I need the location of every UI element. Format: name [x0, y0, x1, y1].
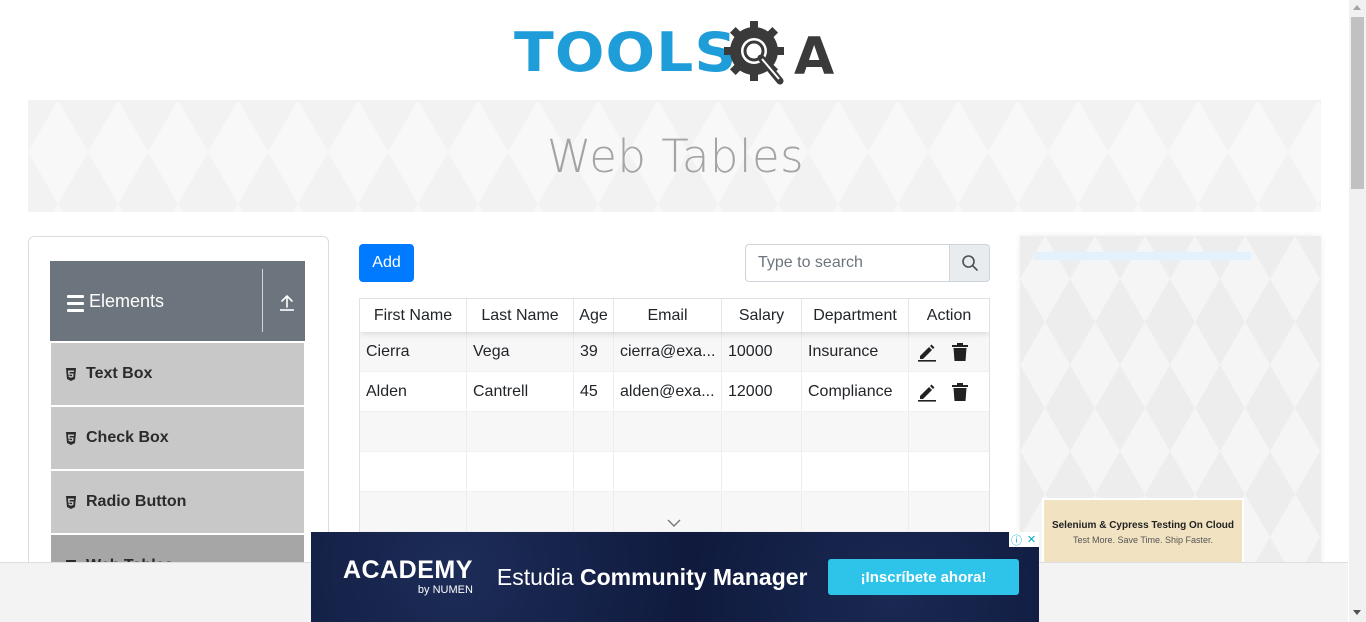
- scrollbar-thumb[interactable]: [1351, 17, 1364, 189]
- cell-empty: [614, 412, 722, 451]
- table-row-empty: [360, 452, 989, 492]
- column-header-salary[interactable]: Salary: [722, 299, 802, 332]
- cell-empty: [909, 452, 989, 491]
- cell-actions: [909, 332, 989, 371]
- hamburger-icon: [67, 294, 84, 312]
- column-header-age[interactable]: Age: [574, 299, 614, 332]
- logo-text-a: A: [794, 27, 835, 87]
- html5-icon: [66, 367, 76, 381]
- sidebar-item-label: Text Box: [86, 365, 153, 382]
- ad-bar: [1034, 252, 1251, 260]
- ad-headline-bold: Community Manager: [580, 563, 808, 590]
- html5-icon: [66, 431, 76, 445]
- page-banner: Web Tables: [28, 100, 1321, 212]
- sidebar-item-label: Radio Button: [86, 493, 187, 510]
- sidebar-item-check-box[interactable]: Check Box: [51, 407, 304, 469]
- delete-icon[interactable]: [951, 342, 969, 362]
- cell-empty: [909, 492, 989, 531]
- logo-text-tools: TOOLS: [514, 21, 738, 84]
- edit-icon[interactable]: [917, 382, 937, 402]
- ad-close-icon[interactable]: ✕: [1024, 532, 1039, 547]
- page-scrollbar[interactable]: [1349, 0, 1366, 622]
- ad-headline: Estudia Community Manager: [497, 564, 808, 591]
- cell-last-name: Vega: [467, 332, 574, 371]
- ad-brand-sub: by NUMEN: [417, 584, 473, 596]
- ad-promo-title: Selenium & Cypress Testing On Cloud: [1051, 520, 1235, 531]
- cell-email: cierra@exa...: [614, 332, 722, 371]
- column-header-department[interactable]: Department: [802, 299, 909, 332]
- upload-icon[interactable]: [278, 294, 296, 312]
- cell-first-name: Cierra: [360, 332, 467, 371]
- column-header-email[interactable]: Email: [614, 299, 722, 332]
- cell-email: alden@exa...: [614, 372, 722, 411]
- cell-empty: [574, 412, 614, 451]
- delete-icon[interactable]: [951, 382, 969, 402]
- ad-brand-name: ACADEMY: [343, 556, 473, 584]
- search-input[interactable]: [745, 244, 949, 282]
- sidebar-item-label: Check Box: [86, 429, 169, 446]
- cell-empty: [467, 452, 574, 491]
- ad-cta-button[interactable]: ¡Inscríbete ahora!: [828, 559, 1019, 595]
- ad-brand-logo: ACADEMY by NUMEN: [343, 556, 473, 597]
- column-header-action[interactable]: Action: [909, 299, 989, 332]
- scroll-up-icon[interactable]: [1353, 5, 1361, 10]
- group-divider: [262, 269, 263, 332]
- sidebar-group-title: Elements: [89, 290, 165, 311]
- column-header-first-name[interactable]: First Name: [360, 299, 467, 332]
- cell-empty: [802, 452, 909, 491]
- cell-age: 45: [574, 372, 614, 411]
- ad-promo-card[interactable]: Selenium & Cypress Testing On Cloud Test…: [1042, 498, 1244, 568]
- sidebar-item-text-box[interactable]: Text Box: [51, 343, 304, 405]
- cell-actions: [909, 372, 989, 411]
- ad-promo-subtitle: Test More. Save Time. Ship Faster.: [1072, 535, 1214, 545]
- cell-salary: 12000: [722, 372, 802, 411]
- cell-empty: [360, 412, 467, 451]
- table-header: First Name Last Name Age Email Salary De…: [360, 299, 989, 332]
- page-title: Web Tables: [546, 129, 805, 183]
- cell-salary: 10000: [722, 332, 802, 371]
- cell-empty: [722, 492, 802, 531]
- edit-icon[interactable]: [917, 342, 937, 362]
- scroll-down-icon[interactable]: [1353, 610, 1361, 615]
- search-icon: [961, 255, 978, 271]
- gear-magnifier-icon: [724, 21, 784, 85]
- cell-department: Insurance: [802, 332, 909, 371]
- search-box: [745, 244, 990, 282]
- cell-empty: [467, 492, 574, 531]
- cell-empty: [574, 492, 614, 531]
- sidebar: Elements Text Box Check Box Radio Button…: [28, 236, 329, 576]
- cell-last-name: Cantrell: [467, 372, 574, 411]
- ad-controls: ⓘ ✕: [1009, 532, 1039, 547]
- column-header-last-name[interactable]: Last Name: [467, 299, 574, 332]
- cell-empty: [360, 452, 467, 491]
- cell-empty: [360, 492, 467, 531]
- ad-headline-prefix: Estudia: [496, 563, 574, 590]
- add-button[interactable]: Add: [359, 244, 414, 282]
- cell-empty: [909, 412, 989, 451]
- toolsqa-logo[interactable]: TOOLS A: [514, 15, 840, 91]
- web-table: First Name Last Name Age Email Salary De…: [359, 298, 990, 548]
- right-advertisement[interactable]: Selenium & Cypress Testing On Cloud Test…: [1020, 236, 1321, 568]
- cell-empty: [467, 412, 574, 451]
- table-row: Cierra Vega 39 cierra@exa... 10000 Insur…: [360, 332, 989, 372]
- cell-department: Compliance: [802, 372, 909, 411]
- sidebar-group-elements[interactable]: Elements: [50, 261, 305, 341]
- table-row-empty: [360, 412, 989, 452]
- chevron-down-icon[interactable]: [667, 518, 681, 528]
- cell-empty: [614, 452, 722, 491]
- html5-icon: [66, 495, 76, 509]
- table-row: Alden Cantrell 45 alden@exa... 12000 Com…: [360, 372, 989, 412]
- cell-empty: [802, 412, 909, 451]
- bottom-advertisement[interactable]: ACADEMY by NUMEN Estudia Community Manag…: [311, 532, 1039, 622]
- cell-age: 39: [574, 332, 614, 371]
- search-button[interactable]: [949, 244, 990, 282]
- sidebar-item-radio-button[interactable]: Radio Button: [51, 471, 304, 533]
- cell-first-name: Alden: [360, 372, 467, 411]
- cell-empty: [722, 412, 802, 451]
- cell-empty: [722, 452, 802, 491]
- cell-empty: [802, 492, 909, 531]
- cell-empty: [574, 452, 614, 491]
- ad-info-icon[interactable]: ⓘ: [1009, 532, 1024, 547]
